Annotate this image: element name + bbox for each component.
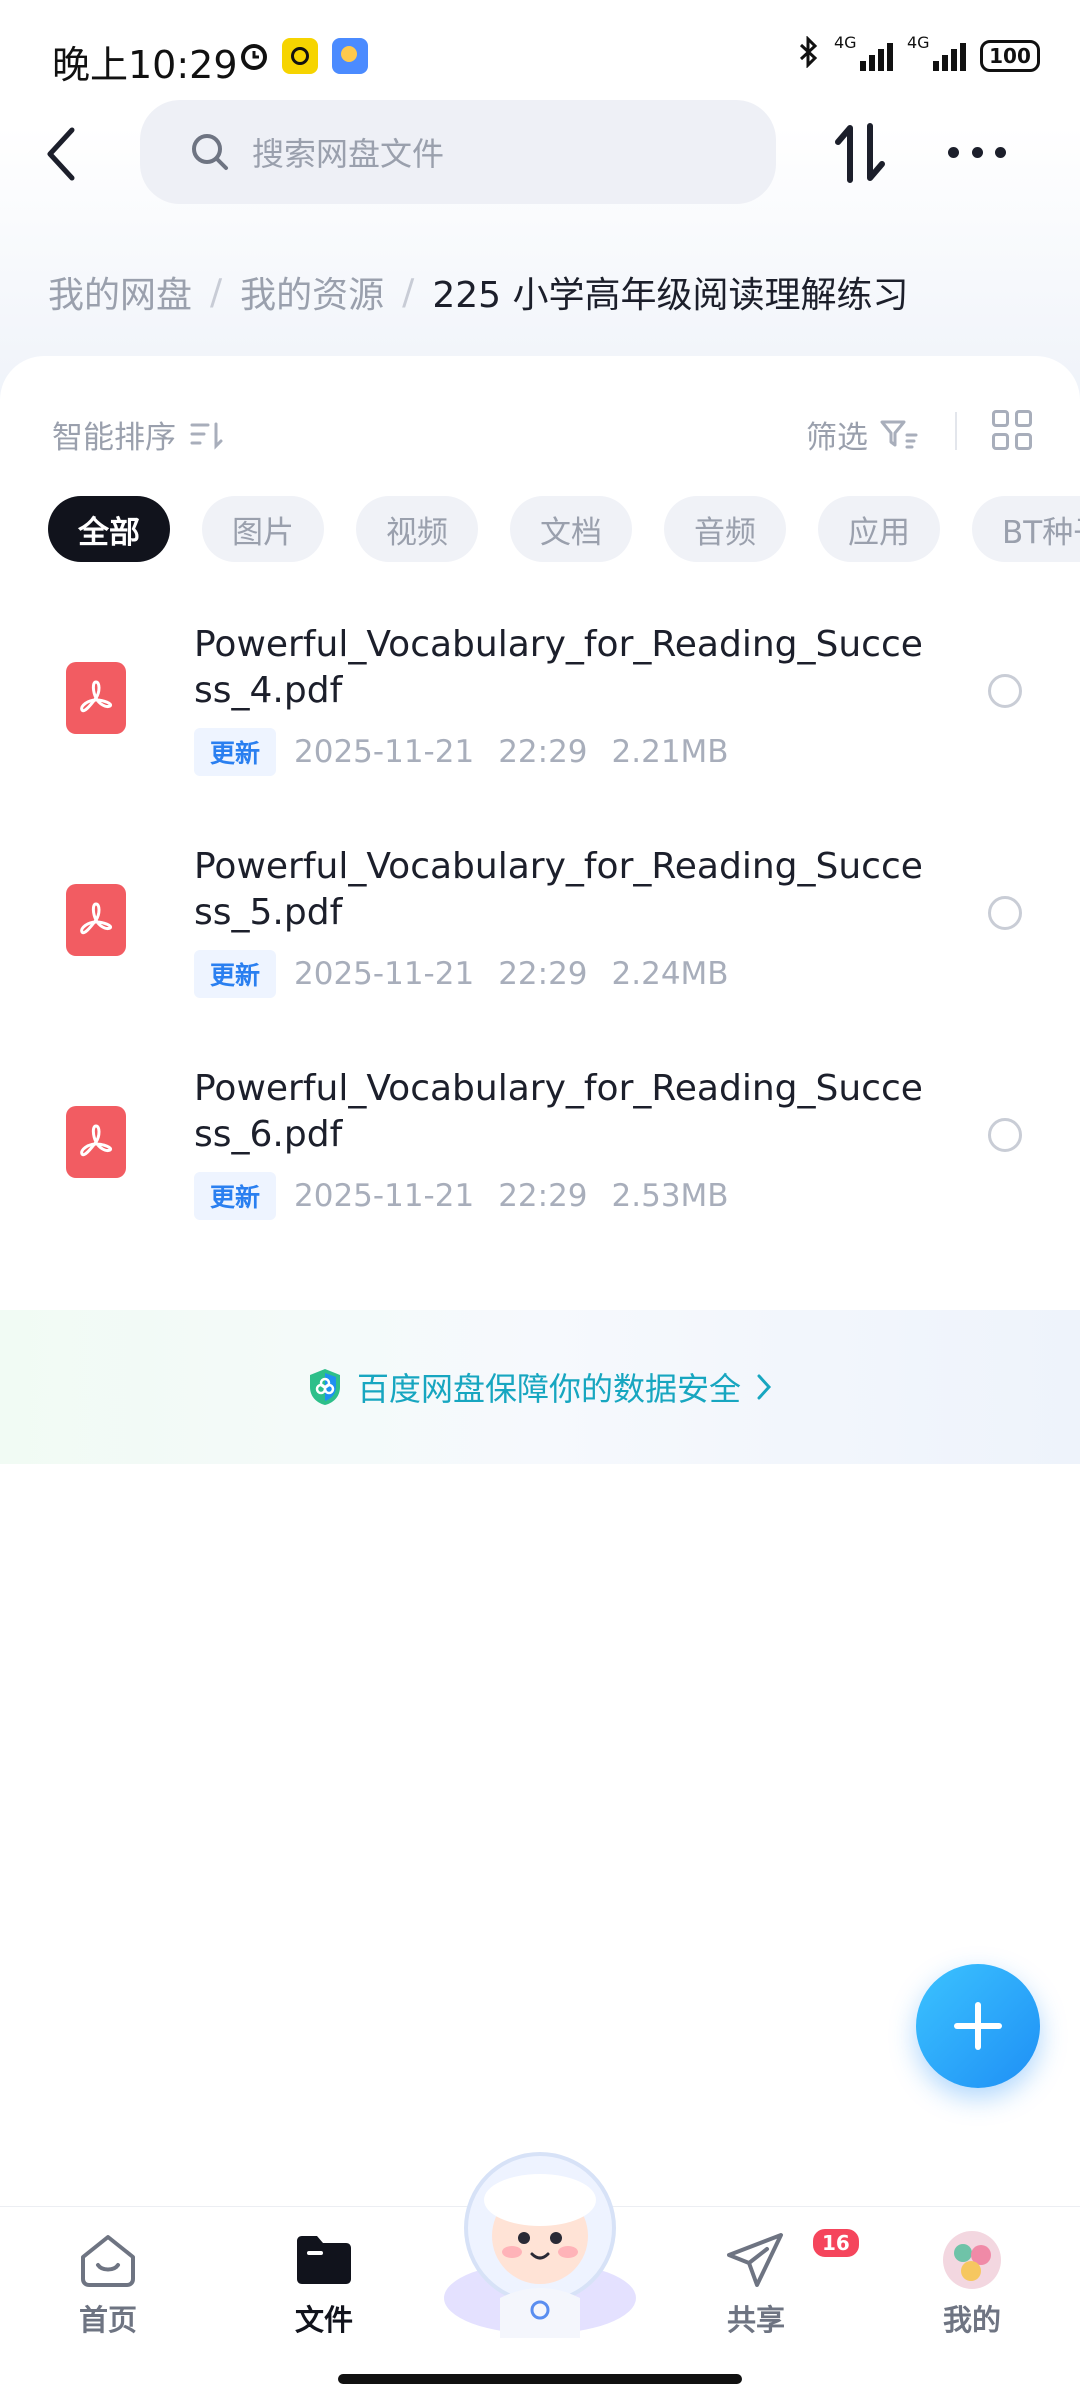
search-input[interactable]: 搜索网盘文件	[140, 100, 776, 204]
tab-videos[interactable]: 视频	[356, 496, 478, 562]
transfer-button[interactable]	[832, 120, 888, 186]
bluetooth-icon	[798, 35, 820, 76]
select-radio[interactable]	[988, 896, 1022, 930]
folder-icon	[293, 2229, 355, 2291]
filter-label: 筛选	[806, 420, 868, 456]
grid-icon-cell	[1015, 410, 1032, 427]
security-banner[interactable]: 百度网盘保障你的数据安全	[0, 1310, 1080, 1464]
list-item[interactable]: Powerful_Vocabulary_for_Reading_Success_…	[0, 1066, 1080, 1266]
grid-icon-cell	[1015, 433, 1032, 450]
tab-apps[interactable]: 应用	[818, 496, 940, 562]
alarm-icon	[236, 38, 272, 74]
home-icon	[77, 2229, 139, 2291]
sort-arrows-icon	[835, 123, 885, 183]
assistant-mascot-button[interactable]	[440, 2148, 640, 2338]
filter-icon	[880, 420, 918, 448]
status-bar: 晚上10:29 4G 4G 100	[0, 0, 1080, 110]
file-date: 2025-11-21	[294, 734, 475, 770]
breadcrumb-separator: /	[402, 271, 415, 313]
grid-icon-cell	[992, 433, 1009, 450]
nav-files-label: 文件	[294, 2303, 353, 2337]
search-icon	[192, 134, 228, 170]
pdf-file-icon	[66, 662, 126, 734]
file-date: 2025-11-21	[294, 1178, 475, 1214]
more-dot-icon	[995, 146, 1006, 158]
file-size: 2.21MB	[611, 734, 729, 770]
file-name: Powerful_Vocabulary_for_Reading_Success_…	[194, 846, 923, 933]
more-dot-icon	[948, 146, 959, 158]
filter-button[interactable]: 筛选	[806, 412, 918, 457]
pdf-file-icon	[66, 884, 126, 956]
file-time: 22:29	[498, 956, 588, 992]
file-time: 22:29	[498, 1178, 588, 1214]
file-name: Powerful_Vocabulary_for_Reading_Success_…	[194, 624, 923, 711]
list-item[interactable]: Powerful_Vocabulary_for_Reading_Success_…	[0, 844, 1080, 1044]
back-button[interactable]	[38, 122, 88, 186]
app-notification-icon	[282, 38, 318, 74]
weather-notification-icon	[332, 38, 368, 74]
pdf-file-icon	[66, 1106, 126, 1178]
tab-images[interactable]: 图片	[202, 496, 324, 562]
file-meta: 更新 2025-11-21 22:29 2.21MB	[194, 728, 729, 776]
select-radio[interactable]	[988, 674, 1022, 708]
home-indicator[interactable]	[338, 2374, 742, 2384]
battery-icon: 100	[980, 40, 1040, 72]
nav-home[interactable]: 首页	[38, 2229, 178, 2339]
nav-share-label: 共享	[726, 2303, 785, 2337]
file-size: 2.24MB	[611, 956, 729, 992]
search-placeholder: 搜索网盘文件	[252, 135, 445, 173]
file-meta: 更新 2025-11-21 22:29 2.53MB	[194, 1172, 729, 1220]
share-count-badge: 16	[811, 2227, 861, 2259]
tab-audio[interactable]: 音频	[664, 496, 786, 562]
file-meta: 更新 2025-11-21 22:29 2.24MB	[194, 950, 729, 998]
file-size: 2.53MB	[611, 1178, 729, 1214]
list-item[interactable]: Powerful_Vocabulary_for_Reading_Success_…	[0, 622, 1080, 822]
shield-icon	[309, 1369, 340, 1405]
nav-share[interactable]: 16 共享	[686, 2227, 861, 2339]
security-banner-text: 百度网盘保障你的数据安全	[356, 1370, 741, 1408]
chevron-right-icon	[757, 1374, 772, 1400]
breadcrumb: 我的网盘 / 我的资源 / 225 小学高年级阅读理解练习	[48, 266, 908, 318]
tab-documents[interactable]: 文档	[510, 496, 632, 562]
network-type-label: 4G	[834, 33, 857, 52]
nav-files[interactable]: 文件	[254, 2229, 394, 2339]
nav-mine-label: 我的	[942, 2303, 1001, 2337]
tab-all[interactable]: 全部	[48, 496, 170, 562]
add-button[interactable]	[916, 1964, 1040, 2088]
file-time: 22:29	[498, 734, 588, 770]
toolbar-divider	[955, 412, 957, 450]
breadcrumb-item-my-resources[interactable]: 我的资源	[240, 266, 384, 318]
breadcrumb-separator: /	[210, 271, 223, 313]
more-dot-icon	[971, 146, 983, 158]
grid-icon	[992, 410, 1009, 427]
updated-badge: 更新	[194, 728, 277, 776]
more-options-button[interactable]	[948, 142, 1006, 162]
nav-home-label: 首页	[78, 2303, 137, 2337]
breadcrumb-current-folder: 225 小学高年级阅读理解练习	[432, 275, 909, 316]
file-name: Powerful_Vocabulary_for_Reading_Success_…	[194, 1068, 923, 1155]
grid-view-button[interactable]	[992, 410, 1032, 450]
avatar	[941, 2229, 1003, 2291]
breadcrumb-item-my-drive[interactable]: 我的网盘	[48, 266, 192, 318]
nav-mine[interactable]: 我的	[902, 2229, 1042, 2339]
network-type-label-2: 4G	[907, 33, 930, 52]
tab-bt-torrents[interactable]: BT种子	[972, 496, 1080, 562]
sort-button[interactable]: 智能排序	[52, 412, 224, 457]
updated-badge: 更新	[194, 950, 277, 998]
signal-icon-2: 4G	[907, 33, 966, 71]
updated-badge: 更新	[194, 1172, 277, 1220]
file-date: 2025-11-21	[294, 956, 475, 992]
status-time: 晚上10:29	[52, 43, 238, 87]
select-radio[interactable]	[988, 1118, 1022, 1152]
sort-label: 智能排序	[52, 420, 176, 456]
category-tabs: 全部 图片 视频 文档 音频 应用 BT种子	[48, 496, 1080, 562]
signal-icon: 4G	[834, 33, 893, 71]
paper-plane-icon: 16	[725, 2227, 861, 2291]
sort-order-icon	[190, 422, 223, 450]
back-arrow-icon	[47, 127, 75, 181]
